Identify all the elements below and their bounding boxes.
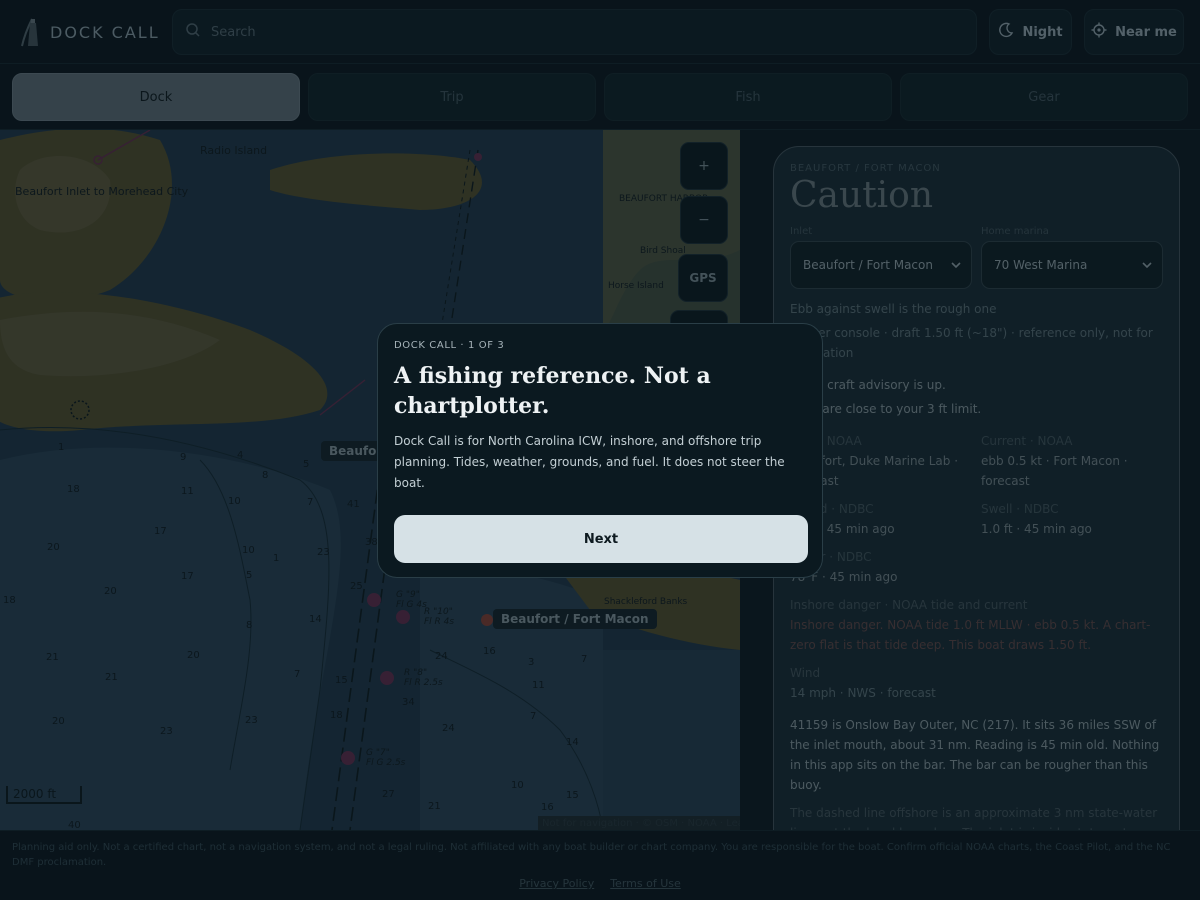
onboarding-title: A fishing reference. Not a chartplotter.: [394, 363, 711, 419]
onboarding-step: DOCK CALL · 1 OF 3: [394, 340, 505, 351]
onboarding-body: Dock Call is for North Carolina ICW, ins…: [394, 434, 785, 490]
next-button[interactable]: Next: [394, 515, 808, 563]
onboarding-dialog: DOCK CALL · 1 OF 3 A fishing reference. …: [377, 323, 823, 578]
